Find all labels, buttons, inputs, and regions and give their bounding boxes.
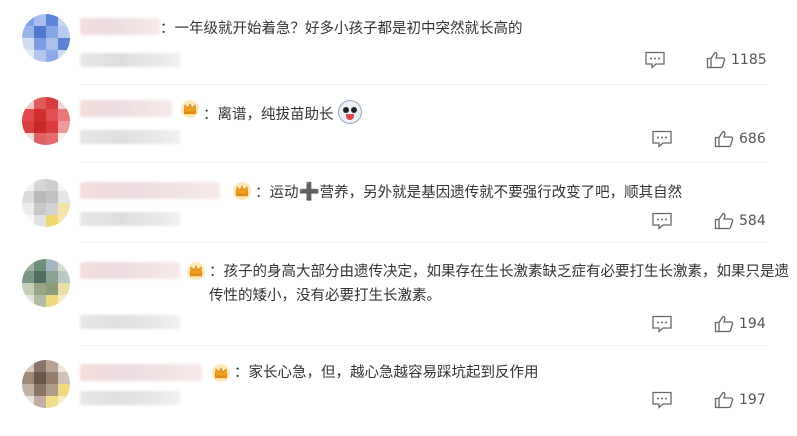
like-count: 1185 (731, 52, 767, 68)
comment-text-content: ：孩子的身高大部分由遗传决定，如果存在生长激素缺乏症有必要打生长激素，如果只是遗… (209, 264, 789, 304)
crown-badge-icon (181, 100, 199, 118)
comment-text: ：家长心急，但，越心急越容易踩坑起到反作用 (234, 365, 539, 381)
comment-text-prefix: ：运动 (255, 185, 299, 201)
comment-text: ：一年级就开始着急？好多小孩子都是初中突然就长高的 (160, 21, 523, 37)
comment-text: ：运动➕营养，另外就是基因遗传就不要强行改变了吧，顺其自然 (255, 180, 682, 205)
reply-icon[interactable] (644, 51, 666, 69)
avatar[interactable] (22, 97, 70, 145)
username-blurred[interactable] (80, 100, 172, 117)
plus-emoji-icon: ➕ (298, 182, 320, 202)
comment-meta-blurred (80, 315, 180, 329)
reply-icon[interactable] (651, 212, 673, 230)
comment-text: ：离谱，纯拔苗助长 (203, 100, 363, 127)
like-count: 686 (739, 131, 766, 147)
username-blurred[interactable] (80, 182, 220, 199)
comment-meta-blurred (80, 391, 180, 405)
comment-item: ：孩子的身高大部分由遗传决定，如果存在生长激素缺乏症有必要打生长激素，如果只是遗… (0, 243, 797, 346)
avatar[interactable] (22, 259, 70, 307)
comment-item: ：一年级就开始着急？好多小孩子都是初中突然就长高的 1185 (0, 0, 797, 85)
comment-item: ：家长心急，但，越心急越容易踩坑起到反作用 197 (0, 346, 797, 436)
username-blurred[interactable] (80, 18, 160, 35)
comment-text: ：孩子的身高大部分由遗传决定，如果存在生长激素缺乏症有必要打生长激素，如果只是遗… (209, 260, 789, 308)
crown-badge-icon (233, 182, 251, 200)
avatar[interactable] (22, 179, 70, 227)
comment-list: ：一年级就开始着急？好多小孩子都是初中突然就长高的 1185 ：离谱，纯拔苗助长 (0, 0, 797, 436)
crown-badge-icon (187, 262, 205, 280)
avatar[interactable] (22, 14, 70, 62)
thumbs-up-icon[interactable] (714, 212, 734, 230)
thumbs-up-icon[interactable] (706, 51, 726, 69)
thumbs-up-icon[interactable] (714, 391, 734, 409)
comment-meta-blurred (80, 212, 180, 226)
comment-text-suffix: 营养，另外就是基因遗传就不要强行改变了吧，顺其自然 (319, 185, 683, 201)
username-blurred[interactable] (80, 364, 202, 381)
comment-item: ：运动➕营养，另外就是基因遗传就不要强行改变了吧，顺其自然 584 (0, 163, 797, 243)
avatar[interactable] (22, 360, 70, 408)
comment-meta-blurred (80, 53, 180, 67)
comment-item: ：离谱，纯拔苗助长 686 (0, 85, 797, 163)
like-count: 584 (739, 213, 766, 229)
laughing-crying-emoji-icon (338, 100, 363, 124)
thumbs-up-icon[interactable] (714, 130, 734, 148)
crown-badge-icon (212, 364, 230, 382)
username-blurred[interactable] (80, 262, 180, 279)
like-count: 197 (739, 392, 766, 408)
thumbs-up-icon[interactable] (714, 315, 734, 333)
reply-icon[interactable] (651, 130, 673, 148)
reply-icon[interactable] (651, 391, 673, 409)
comment-meta-blurred (80, 130, 180, 144)
reply-icon[interactable] (651, 315, 673, 333)
comment-text-prefix: ：离谱，纯拔苗助长 (203, 107, 334, 123)
like-count: 194 (739, 316, 766, 332)
